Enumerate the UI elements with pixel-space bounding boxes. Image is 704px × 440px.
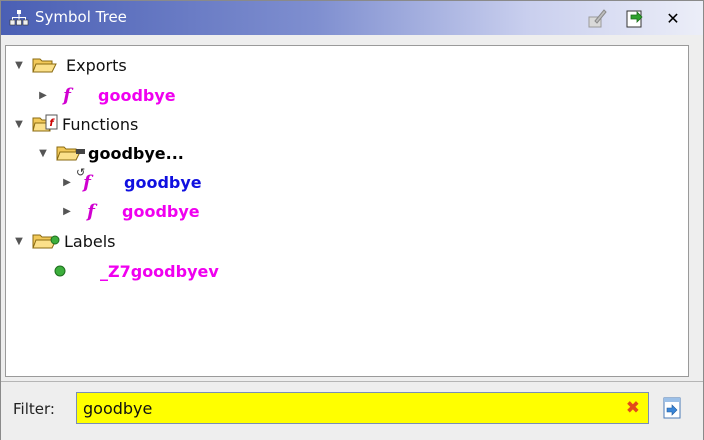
edit-icon: [588, 9, 607, 28]
close-button[interactable]: ✕: [661, 6, 685, 30]
collapsed-arrow-icon[interactable]: ▶: [60, 206, 74, 217]
filter-input[interactable]: [83, 398, 613, 418]
tree-label-label: _Z7goodbyev: [100, 261, 219, 281]
navigate-icon: [626, 10, 643, 28]
expanded-arrow-icon[interactable]: ▼: [12, 60, 26, 71]
tree-label-function: goodbye: [98, 85, 176, 105]
expanded-arrow-icon[interactable]: ▼: [36, 148, 50, 159]
folder-open-icon: [32, 58, 57, 73]
tree-node-label-z7goodbyev[interactable]: _Z7goodbyev: [54, 257, 219, 285]
collapsed-arrow-icon[interactable]: ▶: [60, 177, 74, 188]
clear-filter-icon[interactable]: ✖: [626, 398, 640, 418]
tree-label-thunk-function: goodbye: [124, 172, 202, 192]
tree-label-function: goodbye: [122, 201, 200, 221]
tree-node-function-goodbye[interactable]: ▶ f goodbye: [60, 197, 200, 225]
label-dot-icon: [54, 265, 66, 277]
expanded-arrow-icon[interactable]: ▼: [12, 119, 26, 130]
namespace-folder-icon: [56, 146, 85, 161]
tree-node-export-goodbye[interactable]: ▶ f goodbye: [36, 81, 176, 109]
function-icon: f: [87, 200, 95, 222]
window-title: Symbol Tree: [35, 8, 127, 26]
tree-node-namespace-goodbye[interactable]: ▼ goodbye...: [36, 139, 184, 167]
labels-folder-icon: [32, 234, 60, 249]
filter-label: Filter:: [13, 400, 55, 418]
tree-label-functions: Functions: [62, 114, 139, 134]
edit-button[interactable]: [585, 6, 609, 30]
filter-bar: Filter: ✖: [1, 381, 703, 440]
expanded-arrow-icon[interactable]: ▼: [12, 236, 26, 247]
tree-label-labels: Labels: [64, 231, 116, 251]
filter-field[interactable]: ✖: [76, 392, 649, 424]
functions-folder-icon: f: [32, 114, 58, 132]
tree-label-exports: Exports: [66, 55, 127, 75]
symbol-tree-icon: [9, 10, 29, 26]
tree-node-exports[interactable]: ▼ Exports: [12, 51, 127, 79]
symbol-tree-window: Symbol Tree ✕ ▼ Exports ▶ f goodbye ▼ f …: [0, 0, 704, 440]
filter-options-icon[interactable]: [661, 396, 683, 420]
function-icon: f: [63, 84, 71, 106]
tree-label-namespace: goodbye...: [88, 143, 184, 163]
tree-node-functions[interactable]: ▼ f Functions: [12, 110, 138, 138]
tree-node-labels[interactable]: ▼ Labels: [12, 227, 116, 255]
thunk-function-icon: f ↺: [76, 165, 91, 193]
navigate-button[interactable]: [623, 6, 647, 30]
collapsed-arrow-icon[interactable]: ▶: [36, 90, 50, 101]
title-bar: Symbol Tree ✕: [1, 1, 703, 35]
close-icon: ✕: [666, 8, 680, 28]
tree-node-thunk-goodbye[interactable]: ▶ f ↺ goodbye: [60, 165, 202, 196]
symbol-tree: ▼ Exports ▶ f goodbye ▼ f Functions ▼ go…: [5, 45, 689, 377]
